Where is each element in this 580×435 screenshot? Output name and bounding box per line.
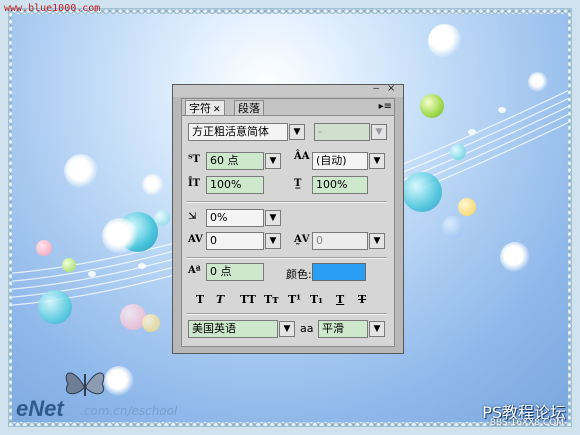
divider	[187, 201, 387, 203]
panel-titlebar[interactable]: ‒ ×	[173, 83, 403, 97]
bubble	[64, 154, 98, 188]
font-style-dropdown-icon[interactable]: ▼	[371, 124, 387, 140]
bubble	[402, 172, 442, 212]
leading-dropdown-icon[interactable]: ▼	[369, 153, 385, 169]
bubble	[104, 366, 134, 396]
superscript-button[interactable]: T¹	[288, 293, 301, 306]
bubble	[102, 218, 138, 254]
font-family-select[interactable]: 方正粗活意简体	[188, 123, 288, 141]
bubble	[420, 94, 444, 118]
tab-character[interactable]: 字符 ✕	[185, 100, 225, 115]
tracking-icon: A̰V	[294, 234, 310, 245]
kerning-dropdown-icon[interactable]: ▼	[265, 233, 281, 249]
bubble	[38, 290, 72, 324]
small-caps-button[interactable]: Tт	[264, 293, 279, 306]
watermark-forum-url: BBS.16XX8.COM	[489, 418, 564, 428]
horizontal-scale-icon: T̲	[294, 178, 302, 189]
panel-body: 字符 ✕ 段落 ▸≡ 方正粗活意简体 ▼ - ▼ ᵀT 60 点 ▼ ÂA (自动…	[181, 98, 395, 347]
baseline-shift-icon: Aª	[188, 265, 201, 276]
faux-italic-button[interactable]: T	[216, 293, 224, 306]
bubble	[442, 216, 464, 238]
font-size-field[interactable]: 60 点	[206, 152, 264, 170]
font-size-icon: ᵀT	[188, 154, 200, 165]
font-family-dropdown-icon[interactable]: ▼	[289, 124, 305, 140]
tab-paragraph[interactable]: 段落	[234, 100, 264, 115]
language-dropdown-icon[interactable]: ▼	[279, 321, 295, 337]
antialias-select[interactable]: 平滑	[318, 320, 368, 338]
kerning-icon: AV	[188, 234, 203, 245]
minimize-icon[interactable]: ‒	[373, 83, 379, 94]
antialias-icon: aa	[300, 322, 314, 335]
underline-button[interactable]: T	[336, 293, 344, 306]
character-panel[interactable]: ‒ × 字符 ✕ 段落 ▸≡ 方正粗活意简体 ▼ - ▼ ᵀT 60 点 ▼ ÂA…	[172, 83, 404, 354]
panel-tabs: 字符 ✕ 段落 ▸≡	[182, 99, 394, 116]
tsume-dropdown-icon[interactable]: ▼	[265, 210, 281, 226]
leading-icon: ÂA	[294, 151, 310, 162]
bubble	[62, 258, 76, 272]
bubble	[142, 174, 164, 196]
horizontal-scale-field[interactable]: 100%	[312, 176, 368, 194]
text-style-buttons: T T TT Tт T¹ T₁ T T	[196, 293, 386, 307]
close-icon[interactable]: ×	[387, 83, 395, 94]
font-style-select[interactable]: -	[314, 123, 370, 141]
butterfly-icon	[65, 372, 105, 396]
bubble	[450, 144, 466, 160]
bubble	[528, 72, 548, 92]
enet-logo-url: .com.cn/eschool	[80, 404, 178, 418]
watermark-top: www.blue1000.com	[4, 3, 101, 14]
enet-logo: eNet	[16, 396, 64, 421]
divider	[187, 257, 387, 259]
color-swatch[interactable]	[312, 263, 366, 281]
baseline-shift-field[interactable]: 0 点	[206, 263, 264, 281]
color-label: 颜色:	[286, 268, 312, 281]
font-size-dropdown-icon[interactable]: ▼	[265, 153, 281, 169]
language-select[interactable]: 美国英语	[188, 320, 278, 338]
tsume-icon: ⇲	[188, 211, 197, 222]
strikethrough-button[interactable]: T	[358, 293, 366, 306]
bubble	[142, 314, 160, 332]
tracking-dropdown-icon[interactable]: ▼	[369, 233, 385, 249]
divider	[187, 313, 387, 315]
subscript-button[interactable]: T₁	[310, 293, 323, 306]
tsume-field[interactable]: 0%	[206, 209, 264, 227]
antialias-dropdown-icon[interactable]: ▼	[369, 321, 385, 337]
panel-menu-icon[interactable]: ▸≡	[379, 101, 392, 112]
tracking-field[interactable]: 0	[312, 232, 368, 250]
bubble	[154, 210, 170, 226]
bubble	[36, 240, 52, 256]
leading-field[interactable]: (自动)	[312, 152, 368, 170]
bubble	[458, 198, 476, 216]
vertical-scale-icon: ĪT	[188, 178, 201, 189]
faux-bold-button[interactable]: T	[196, 293, 204, 306]
kerning-field[interactable]: 0	[206, 232, 264, 250]
tab-close-icon[interactable]: ✕	[213, 105, 221, 115]
all-caps-button[interactable]: TT	[240, 293, 256, 306]
vertical-scale-field[interactable]: 100%	[206, 176, 264, 194]
bubble	[500, 242, 530, 272]
bubble	[428, 24, 462, 58]
